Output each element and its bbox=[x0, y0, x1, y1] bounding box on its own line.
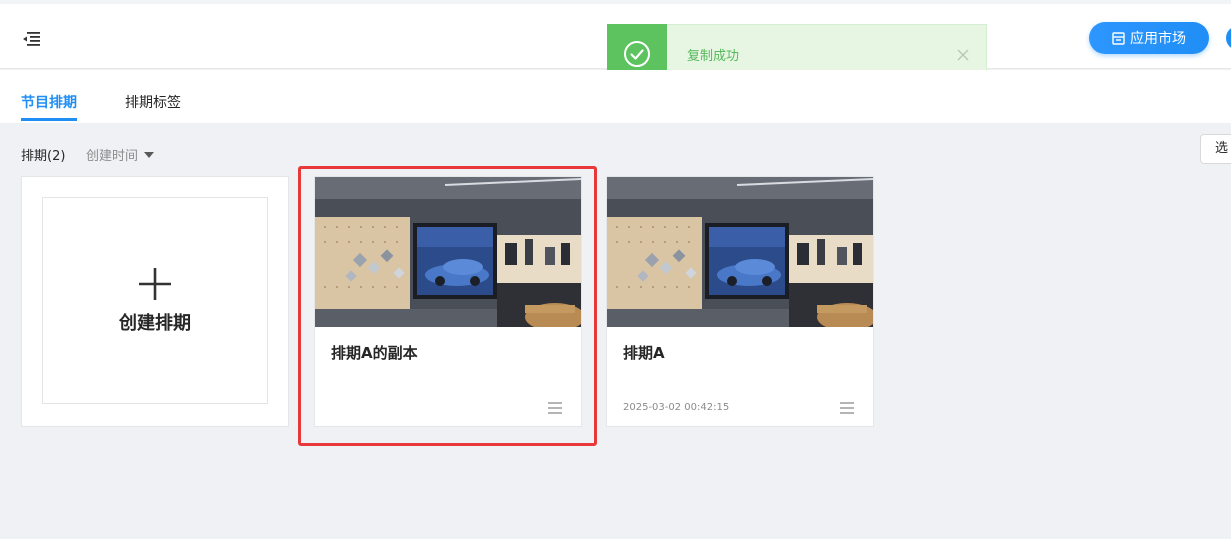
menu-icon[interactable] bbox=[547, 401, 563, 415]
store-icon bbox=[1112, 31, 1125, 45]
user-avatar[interactable] bbox=[1226, 26, 1231, 50]
menu-icon[interactable] bbox=[839, 401, 855, 415]
schedule-created-time: 2025-03-02 00:42:15 bbox=[623, 402, 730, 413]
tab-schedule-tags[interactable]: 排期标签 bbox=[125, 92, 181, 112]
caret-down-icon bbox=[144, 151, 155, 158]
close-icon[interactable] bbox=[956, 48, 970, 62]
schedule-count: 排期(2) bbox=[21, 149, 66, 164]
menu-toggle-icon[interactable] bbox=[18, 27, 46, 51]
create-schedule-label: 创建排期 bbox=[119, 312, 191, 334]
schedule-thumbnail bbox=[607, 177, 873, 327]
schedule-title: 排期A的副本 bbox=[331, 344, 418, 362]
plus-icon bbox=[139, 267, 171, 300]
top-divider bbox=[0, 0, 1231, 4]
tab-bar: 节目排期 排期标签 bbox=[0, 70, 1231, 123]
app-market-button[interactable]: 应用市场 bbox=[1089, 22, 1209, 54]
schedule-card[interactable]: 排期A的副本 bbox=[314, 176, 582, 427]
active-tab-indicator bbox=[21, 118, 77, 121]
toast-message: 复制成功 bbox=[687, 49, 740, 64]
create-schedule-button[interactable]: 创建排期 bbox=[42, 197, 268, 404]
app-market-label: 应用市场 bbox=[1130, 31, 1186, 47]
tab-program-schedule[interactable]: 节目排期 bbox=[21, 92, 77, 112]
schedule-thumbnail bbox=[315, 177, 581, 327]
create-schedule-card: 创建排期 bbox=[21, 176, 289, 427]
select-button[interactable]: 选 bbox=[1200, 134, 1231, 164]
schedule-title: 排期A bbox=[623, 344, 665, 362]
schedule-card[interactable]: 排期A 2025-03-02 00:42:15 bbox=[606, 176, 874, 427]
sort-label: 创建时间 bbox=[86, 149, 139, 164]
sort-dropdown[interactable]: 创建时间 bbox=[86, 145, 155, 164]
